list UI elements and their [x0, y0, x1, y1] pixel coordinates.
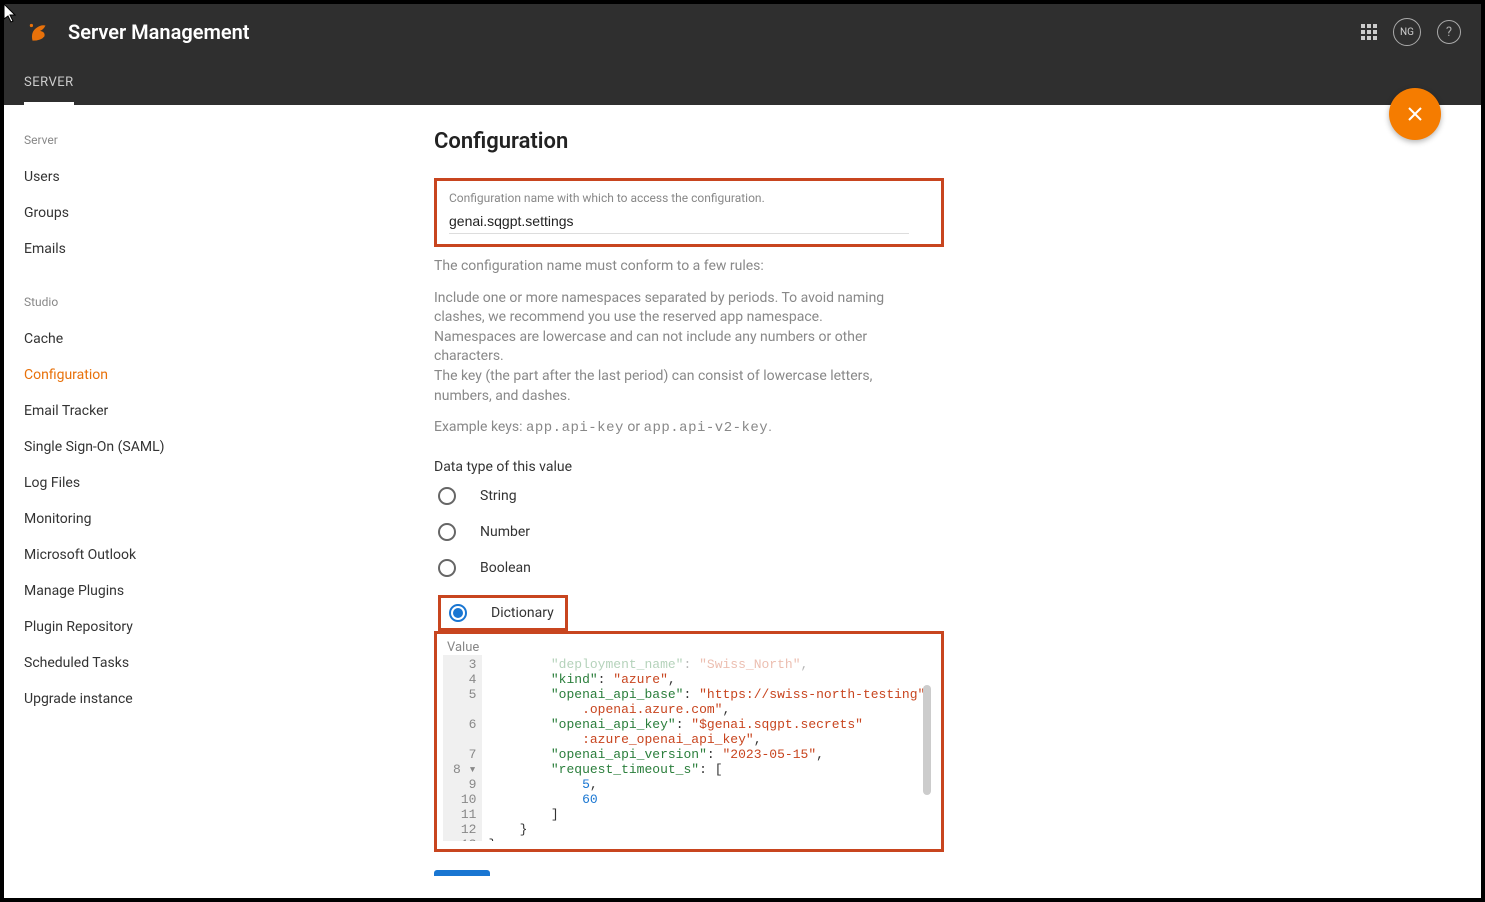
close-button[interactable]	[1389, 88, 1441, 140]
radio-number[interactable]: Number	[438, 523, 1441, 541]
tab-server[interactable]: SERVER	[24, 63, 74, 105]
sidebar-item-groups[interactable]: Groups	[24, 195, 234, 231]
config-name-input[interactable]	[449, 209, 909, 234]
tabs-bar: SERVER	[4, 60, 1481, 105]
config-name-highlight: Configuration name with which to access …	[434, 178, 944, 247]
code-body[interactable]: "deployment_name": "Swiss_North", "kind"…	[482, 655, 935, 841]
sidebar-item-manage-plugins[interactable]: Manage Plugins	[24, 573, 234, 609]
datatype-label: Data type of this value	[434, 459, 1441, 475]
scrollbar[interactable]	[921, 665, 933, 831]
help-icon[interactable]: ?	[1437, 20, 1461, 44]
code-gutter: 3 4 5 6 7 8 ▾ 9 10 11 12 13	[443, 655, 482, 841]
radio-string[interactable]: String	[438, 487, 1441, 505]
sidebar-item-upgrade-instance[interactable]: Upgrade instance	[24, 681, 234, 717]
radio-dictionary-highlight: Dictionary	[438, 595, 568, 631]
rules-intro: The configuration name must conform to a…	[434, 257, 904, 277]
main-content: Configuration Configuration name with wh…	[234, 105, 1481, 898]
page-title: Configuration	[434, 129, 1441, 154]
sidebar-item-emails[interactable]: Emails	[24, 231, 234, 267]
value-label: Value	[447, 640, 935, 655]
app-title: Server Management	[68, 20, 249, 44]
sidebar-item-configuration[interactable]: Configuration	[24, 357, 234, 393]
close-icon	[1405, 104, 1425, 124]
rules-body-1: Include one or more namespaces separated…	[434, 289, 904, 407]
app-logo-icon	[26, 19, 52, 45]
config-name-label: Configuration name with which to access …	[449, 191, 929, 205]
apps-grid-icon[interactable]	[1361, 24, 1377, 40]
datatype-radio-group: String Number Boolean Dictionary	[438, 487, 1441, 631]
sidebar-item-email-tracker[interactable]: Email Tracker	[24, 393, 234, 429]
app-header: Server Management NG ?	[4, 4, 1481, 60]
radio-boolean[interactable]: Boolean	[438, 559, 1441, 577]
sidebar-item-scheduled-tasks[interactable]: Scheduled Tasks	[24, 645, 234, 681]
sidebar-item-cache[interactable]: Cache	[24, 321, 234, 357]
sidebar-item-sso-saml[interactable]: Single Sign-On (SAML)	[24, 429, 234, 465]
sidebar-item-monitoring[interactable]: Monitoring	[24, 501, 234, 537]
value-editor-highlight: Value 3 4 5 6 7 8 ▾ 9 10 11 12 13 "deplo…	[434, 631, 944, 852]
sidebar-item-plugin-repository[interactable]: Plugin Repository	[24, 609, 234, 645]
sidebar-item-log-files[interactable]: Log Files	[24, 465, 234, 501]
submit-button-peek[interactable]	[434, 870, 490, 876]
radio-dictionary[interactable]	[449, 604, 467, 622]
code-editor[interactable]: 3 4 5 6 7 8 ▾ 9 10 11 12 13 "deployment_…	[443, 655, 935, 841]
sidebar-section-studio: Studio	[24, 295, 234, 309]
sidebar-item-users[interactable]: Users	[24, 159, 234, 195]
example-keys: Example keys: app.api-key or app.api-v2-…	[434, 418, 904, 439]
user-avatar[interactable]: NG	[1393, 18, 1421, 46]
sidebar-section-server: Server	[24, 133, 234, 147]
sidebar: Server Users Groups Emails Studio Cache …	[4, 105, 234, 898]
sidebar-item-ms-outlook[interactable]: Microsoft Outlook	[24, 537, 234, 573]
